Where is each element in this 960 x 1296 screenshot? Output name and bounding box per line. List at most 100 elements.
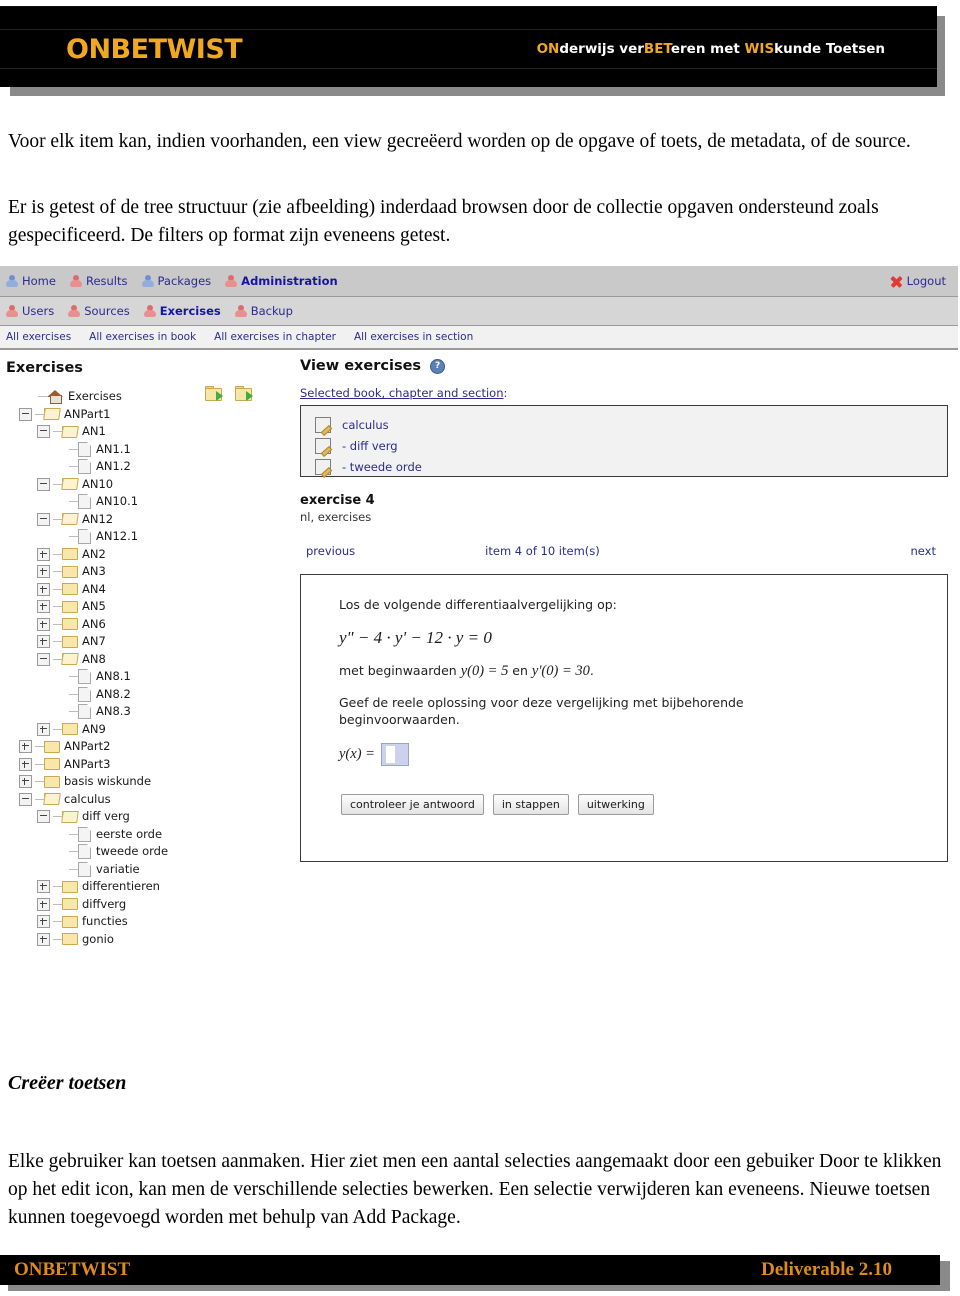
tree-collapse-icon[interactable] bbox=[19, 792, 32, 806]
tree-expand-icon[interactable] bbox=[37, 565, 50, 579]
tree-node[interactable]: AN8.1 bbox=[6, 668, 292, 686]
page-header-banner: ONBETWIST ONderwijs verBETeren met WISku… bbox=[0, 6, 945, 96]
tree-node[interactable]: AN1 bbox=[6, 423, 292, 441]
folder-export-icon[interactable] bbox=[235, 386, 253, 401]
tree-expand-icon[interactable] bbox=[37, 880, 50, 894]
tree-expand-icon[interactable] bbox=[37, 915, 50, 929]
tree-node[interactable]: AN9 bbox=[6, 721, 292, 739]
tree-expand-icon[interactable] bbox=[37, 722, 50, 736]
tree-expand-icon[interactable] bbox=[37, 547, 50, 561]
tree-node[interactable]: variatie bbox=[6, 861, 292, 879]
tree-node[interactable]: AN1.1 bbox=[6, 441, 292, 459]
filter-link-3[interactable]: All exercises in section bbox=[354, 331, 473, 343]
tree-node[interactable]: AN10 bbox=[6, 476, 292, 494]
tree-node[interactable]: AN4 bbox=[6, 581, 292, 599]
selection-row[interactable]: calculus bbox=[315, 414, 947, 435]
subnav-item-label: Users bbox=[22, 304, 55, 318]
tree-node[interactable]: AN12 bbox=[6, 511, 292, 529]
tree-connector-line bbox=[53, 483, 62, 485]
tree-node[interactable]: AN1.2 bbox=[6, 458, 292, 476]
tree-expand-icon[interactable] bbox=[37, 897, 50, 911]
tree-node[interactable]: AN8 bbox=[6, 651, 292, 669]
answer-input[interactable] bbox=[380, 743, 409, 767]
tree-collapse-icon[interactable] bbox=[37, 810, 50, 824]
tree-expand-icon[interactable] bbox=[19, 740, 32, 754]
tree-node[interactable]: eerste orde bbox=[6, 826, 292, 844]
selection-row[interactable]: - tweede orde bbox=[315, 456, 947, 477]
button-uitwerking[interactable]: uitwerking bbox=[577, 794, 654, 816]
tree-expand-icon[interactable] bbox=[19, 757, 32, 771]
subnav-item-users[interactable]: Users bbox=[6, 304, 54, 318]
subnav-item-label: Backup bbox=[250, 304, 293, 318]
tree-expand-icon[interactable] bbox=[37, 932, 50, 946]
file-icon bbox=[78, 494, 91, 510]
edit-icon[interactable] bbox=[315, 437, 331, 454]
help-icon[interactable]: ? bbox=[430, 358, 446, 374]
tree-node[interactable]: ANPart3 bbox=[6, 756, 292, 774]
tree-expand-icon[interactable] bbox=[19, 775, 32, 789]
logout-button[interactable]: Logout bbox=[890, 274, 946, 288]
tree-expand-icon[interactable] bbox=[37, 617, 50, 631]
tree-connector-line bbox=[53, 938, 62, 940]
tree-node[interactable]: tweede orde bbox=[6, 843, 292, 861]
exercise-tree: Exercises ANPart1 AN1 AN1.1 AN1.2 AN10 AN10.1 A… bbox=[6, 388, 292, 948]
tree-collapse-icon[interactable] bbox=[37, 652, 50, 666]
filter-link-0[interactable]: All exercises bbox=[6, 331, 71, 343]
button-in-stappen[interactable]: in stappen bbox=[492, 794, 569, 816]
tree-collapse-icon[interactable] bbox=[37, 425, 50, 439]
nav-item-administration[interactable]: Administration bbox=[225, 274, 338, 288]
nav-item-home[interactable]: Home bbox=[6, 274, 56, 288]
subnav-item-exercises[interactable]: Exercises bbox=[143, 304, 221, 318]
subnav-item-backup[interactable]: Backup bbox=[234, 304, 293, 318]
filter-link-2[interactable]: All exercises in chapter bbox=[214, 331, 336, 343]
tree-node[interactable]: differentieren bbox=[6, 878, 292, 896]
folder-icon bbox=[62, 565, 78, 578]
tree-expand-icon[interactable] bbox=[37, 600, 50, 614]
tree-node[interactable]: functies bbox=[6, 913, 292, 931]
tree-connector-line bbox=[53, 431, 62, 433]
outro-paragraph: Elke gebruiker kan toetsen aanmaken. Hie… bbox=[8, 1151, 942, 1229]
tree-collapse-icon[interactable] bbox=[19, 407, 32, 421]
tree-node[interactable]: ANPart2 bbox=[6, 738, 292, 756]
tree-node[interactable]: AN6 bbox=[6, 616, 292, 634]
tertiary-filter-bar: All exercises All exercises in book All ex… bbox=[0, 326, 958, 350]
tree-node[interactable]: calculus bbox=[6, 791, 292, 809]
tree-node-label: gonio bbox=[82, 931, 114, 946]
person-icon bbox=[6, 274, 18, 288]
tree-node[interactable]: AN12.1 bbox=[6, 528, 292, 546]
tree-node[interactable]: ANPart1 bbox=[6, 406, 292, 424]
tree-node[interactable]: AN8.3 bbox=[6, 703, 292, 721]
tree-collapse-icon[interactable] bbox=[37, 477, 50, 491]
tree-node[interactable]: diffverg bbox=[6, 896, 292, 914]
tree-connector-line bbox=[53, 658, 62, 660]
tree-node[interactable]: AN8.2 bbox=[6, 686, 292, 704]
tree-connector-line bbox=[69, 711, 78, 713]
previous-link[interactable]: previous bbox=[306, 544, 355, 558]
tree-node[interactable]: AN3 bbox=[6, 563, 292, 581]
person-icon bbox=[143, 304, 156, 318]
tree-node[interactable]: AN10.1 bbox=[6, 493, 292, 511]
button-controleer-je-antwoord[interactable]: controleer je antwoord bbox=[341, 794, 484, 816]
tree-node[interactable]: AN5 bbox=[6, 598, 292, 616]
next-link[interactable]: next bbox=[911, 544, 936, 558]
folder-import-icon[interactable] bbox=[205, 386, 223, 401]
tree-collapse-icon[interactable] bbox=[37, 512, 50, 526]
tree-node[interactable]: AN7 bbox=[6, 633, 292, 651]
tree-connector-line bbox=[69, 693, 78, 695]
selection-row[interactable]: - diff verg bbox=[315, 435, 947, 456]
tree-node[interactable]: diff verg bbox=[6, 808, 292, 826]
edit-icon[interactable] bbox=[315, 458, 331, 475]
nav-item-results[interactable]: Results bbox=[69, 274, 128, 288]
subnav-item-sources[interactable]: Sources bbox=[68, 304, 130, 318]
tree-connector-line bbox=[53, 518, 62, 520]
tree-expand-icon[interactable] bbox=[37, 635, 50, 649]
tree-node[interactable]: AN2 bbox=[6, 546, 292, 564]
filter-link-1[interactable]: All exercises in book bbox=[89, 331, 196, 343]
nav-item-packages[interactable]: Packages bbox=[141, 274, 211, 288]
tree-connector-line bbox=[69, 466, 78, 468]
tree-node[interactable]: basis wiskunde bbox=[6, 773, 292, 791]
edit-icon[interactable] bbox=[315, 416, 331, 433]
tree-expand-icon[interactable] bbox=[37, 582, 50, 596]
tree-connector-line bbox=[35, 781, 44, 783]
tree-node[interactable]: gonio bbox=[6, 931, 292, 949]
